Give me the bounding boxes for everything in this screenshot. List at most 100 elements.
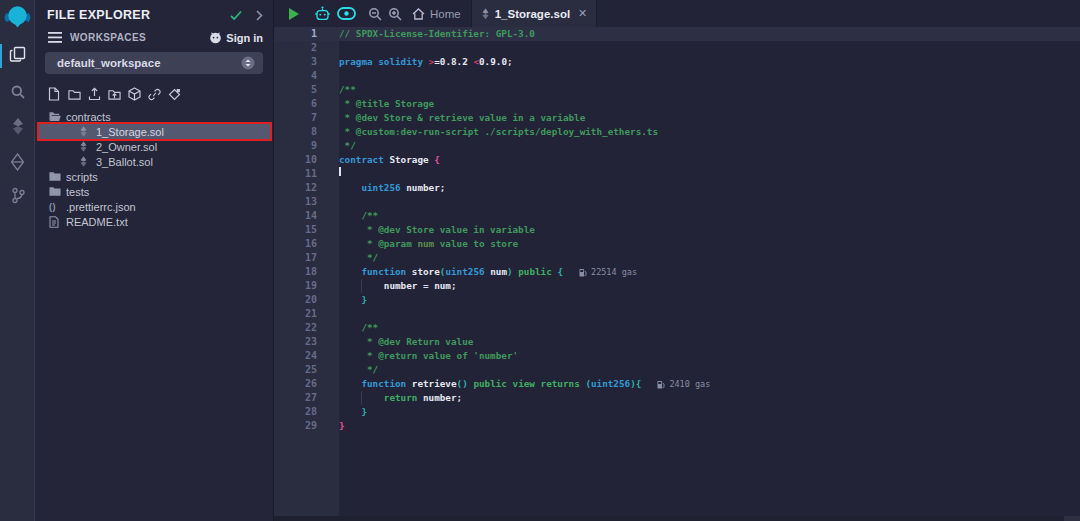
tab-label: 1_Storage.sol [495, 8, 570, 20]
workspaces-label: WORKSPACES [70, 32, 209, 43]
panel-title: FILE EXPLORER [47, 8, 230, 22]
zoom-out-icon[interactable] [368, 7, 382, 21]
folder-icon [49, 171, 61, 182]
code-text: return number; [339, 391, 462, 405]
code-line[interactable]: 22 /** [274, 321, 1080, 335]
code-line[interactable]: 25 */ [274, 363, 1080, 377]
code-text: pragma solidity >=0.8.2 <0.9.0; [339, 55, 513, 69]
code-line[interactable]: 27 return number; [274, 391, 1080, 405]
code-line[interactable]: 10contract Storage { [274, 153, 1080, 167]
code-line[interactable]: 26 function retrieve() public view retur… [274, 377, 1080, 391]
tab-close-icon[interactable]: ✕ [578, 7, 587, 20]
code-line[interactable]: 5/** [274, 83, 1080, 97]
code-line[interactable]: 9 */ [274, 139, 1080, 153]
folder-open-icon [49, 111, 61, 122]
code-text: } [339, 405, 367, 419]
line-number: 17 [274, 251, 339, 265]
new-folder-icon[interactable] [68, 87, 81, 101]
code-editor[interactable]: 1// SPDX-License-Identifier: GPL-3.023pr… [274, 27, 1080, 521]
code-line[interactable]: 18 function store(uint256 num) public {2… [274, 265, 1080, 279]
code-line[interactable]: 4 [274, 69, 1080, 83]
hamburger-menu-icon[interactable] [48, 32, 62, 43]
ipfs-cube-icon[interactable] [128, 87, 141, 101]
line-number: 5 [274, 83, 339, 97]
tree-item-2-owner-sol[interactable]: 2_Owner.sol [35, 139, 273, 154]
tree-item-3-ballot-sol[interactable]: 3_Ballot.sol [35, 154, 273, 169]
remix-ide: FILE EXPLORER WORKSPACES Sign in [0, 0, 1080, 521]
code-line[interactable]: 19 number = num; [274, 279, 1080, 293]
code-text: uint256 number; [339, 181, 445, 195]
line-number: 21 [274, 307, 339, 321]
solidity-compiler-icon[interactable] [0, 117, 35, 136]
code-line[interactable]: 14 /** [274, 209, 1080, 223]
tree-item-readme-txt[interactable]: README.txt [35, 214, 273, 229]
tree-item-label: README.txt [66, 216, 128, 228]
remix-logo-icon[interactable] [0, 3, 35, 33]
line-number: 15 [274, 223, 339, 237]
code-line[interactable]: 7 * @dev Store & retrieve value in a var… [274, 111, 1080, 125]
publish-gist-icon[interactable] [168, 87, 181, 101]
code-line[interactable]: 16 * @param num value to store [274, 237, 1080, 251]
tab-home[interactable]: Home [402, 0, 471, 27]
code-line[interactable]: 29} [274, 419, 1080, 433]
deploy-run-icon[interactable] [0, 153, 35, 171]
solidity-file-icon [481, 8, 490, 20]
code-line[interactable]: 24 * @return value of 'number' [274, 349, 1080, 363]
upload-folder-icon[interactable] [108, 87, 121, 101]
upload-file-icon[interactable] [88, 87, 101, 101]
code-line[interactable]: 20 } [274, 293, 1080, 307]
check-icon[interactable] [230, 10, 242, 21]
code-line[interactable]: 2 [274, 41, 1080, 55]
code-line[interactable]: 15 * @dev Store value in variable [274, 223, 1080, 237]
ai-assistant-icon[interactable] [314, 6, 331, 21]
code-line[interactable]: 23 * @dev Return value [274, 335, 1080, 349]
solidity-icon [79, 141, 91, 152]
code-line[interactable]: 11 [274, 167, 1080, 181]
activity-bar [0, 0, 35, 521]
file-text-icon [49, 216, 61, 228]
code-line[interactable]: 28 } [274, 405, 1080, 419]
file-explorer-icon[interactable] [0, 46, 35, 63]
line-number: 20 [274, 293, 339, 307]
code-line[interactable]: 1// SPDX-License-Identifier: GPL-3.0 [274, 27, 1080, 41]
new-file-icon[interactable] [48, 87, 61, 101]
workspace-name: default_workspace [57, 57, 241, 69]
code-line[interactable]: 3pragma solidity >=0.8.2 <0.9.0; [274, 55, 1080, 69]
tree-item-scripts[interactable]: scripts [35, 169, 273, 184]
tree-item-tests[interactable]: tests [35, 184, 273, 199]
toggle-icon[interactable] [337, 7, 356, 20]
tree-item-label: scripts [66, 171, 98, 183]
code-line[interactable]: 13 [274, 195, 1080, 209]
code-line[interactable]: 6 * @title Storage [274, 97, 1080, 111]
zoom-in-icon[interactable] [388, 7, 402, 21]
code-text: function store(uint256 num) public { [339, 265, 563, 279]
line-number: 7 [274, 111, 339, 125]
line-number: 19 [274, 279, 339, 293]
line-number: 4 [274, 69, 339, 83]
line-number: 9 [274, 139, 339, 153]
workspace-dropdown[interactable]: default_workspace [45, 52, 263, 74]
code-line[interactable]: 21 [274, 307, 1080, 321]
search-icon[interactable] [0, 84, 35, 100]
tree-item-1-storage-sol[interactable]: 1_Storage.sol [37, 122, 272, 141]
code-text: function retrieve() public view returns … [339, 377, 641, 391]
code-line[interactable]: 8 * @custom:dev-run-script ./scripts/dep… [274, 125, 1080, 139]
code-text: } [339, 293, 367, 307]
git-icon[interactable] [0, 187, 35, 204]
line-number: 14 [274, 209, 339, 223]
line-number: 24 [274, 349, 339, 363]
code-text: * @dev Return value [339, 335, 473, 349]
import-link-icon[interactable] [148, 87, 161, 101]
tab-storage-sol[interactable]: 1_Storage.sol ✕ [471, 0, 598, 27]
tree-item-label: contracts [66, 111, 111, 123]
line-number: 13 [274, 195, 339, 209]
github-icon [209, 31, 222, 44]
run-script-icon[interactable] [289, 8, 299, 20]
sign-in-button[interactable]: Sign in [209, 31, 263, 44]
chevron-right-icon[interactable] [256, 10, 263, 21]
code-line[interactable]: 17 */ [274, 251, 1080, 265]
tree-item--prettierrc-json[interactable]: ( ).prettierrc.json [35, 199, 273, 214]
code-line[interactable]: 12 uint256 number; [274, 181, 1080, 195]
horizontal-scrollbar[interactable] [274, 516, 1080, 521]
code-text: } [339, 419, 345, 433]
